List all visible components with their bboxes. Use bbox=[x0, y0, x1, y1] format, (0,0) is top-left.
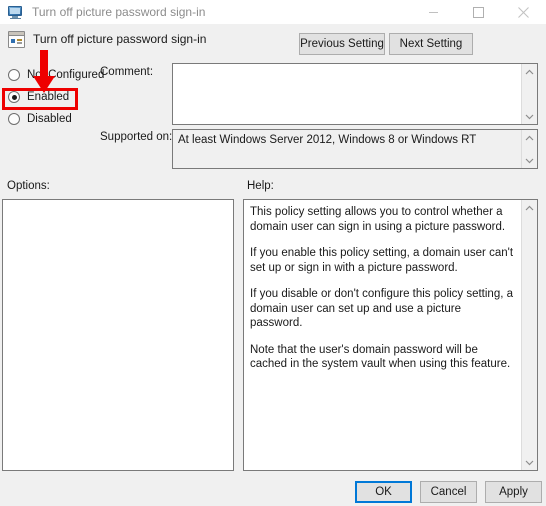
minimize-icon bbox=[429, 11, 438, 13]
help-paragraph: Note that the user's domain password wil… bbox=[250, 343, 511, 371]
radio-indicator bbox=[8, 69, 20, 81]
minimize-button[interactable] bbox=[411, 0, 456, 24]
radio-label: Enabled bbox=[27, 91, 70, 103]
maximize-icon bbox=[473, 6, 484, 18]
help-paragraph: If you disable or don't configure this p… bbox=[250, 288, 514, 329]
scroll-up-icon[interactable] bbox=[522, 130, 538, 145]
supported-on-textbox: At least Windows Server 2012, Windows 8 … bbox=[172, 129, 538, 169]
radio-label: Not Configured bbox=[27, 69, 105, 81]
supported-on-value: At least Windows Server 2012, Windows 8 … bbox=[178, 134, 477, 146]
close-button[interactable] bbox=[501, 0, 546, 24]
radio-label: Disabled bbox=[27, 113, 72, 125]
close-icon bbox=[518, 6, 529, 18]
maximize-button[interactable] bbox=[456, 0, 501, 24]
comment-label: Comment: bbox=[100, 66, 154, 78]
comment-textbox[interactable] bbox=[172, 63, 538, 125]
ok-button[interactable]: OK bbox=[355, 481, 412, 503]
window-title: Turn off picture password sign-in bbox=[32, 5, 206, 19]
monitor-icon bbox=[7, 4, 23, 20]
options-label: Options: bbox=[7, 180, 50, 192]
policy-setting-icon bbox=[8, 31, 25, 48]
help-panel: This policy setting allows you to contro… bbox=[243, 199, 538, 471]
scroll-down-icon[interactable] bbox=[522, 109, 538, 124]
radio-disabled[interactable]: Disabled bbox=[0, 108, 120, 130]
help-scrollbar[interactable] bbox=[521, 200, 537, 470]
next-setting-button[interactable]: Next Setting bbox=[389, 33, 473, 55]
title-bar: Turn off picture password sign-in bbox=[0, 0, 546, 24]
help-paragraph: If you enable this policy setting, a dom… bbox=[250, 247, 514, 274]
scroll-up-icon[interactable] bbox=[522, 200, 538, 215]
scroll-down-icon[interactable] bbox=[522, 455, 538, 470]
help-paragraph: This policy setting allows you to contro… bbox=[250, 206, 506, 233]
cancel-button[interactable]: Cancel bbox=[420, 481, 477, 503]
apply-button[interactable]: Apply bbox=[485, 481, 542, 503]
scroll-up-icon[interactable] bbox=[522, 64, 538, 79]
supported-on-scrollbar[interactable] bbox=[521, 130, 537, 168]
supported-on-label: Supported on: bbox=[100, 131, 173, 143]
scroll-down-icon[interactable] bbox=[522, 153, 538, 168]
setting-title: Turn off picture password sign-in bbox=[33, 32, 207, 46]
help-text: This policy setting allows you to contro… bbox=[250, 205, 515, 467]
group-policy-setting-dialog: Turn off picture password sign-in Turn o bbox=[0, 0, 546, 506]
radio-indicator bbox=[8, 91, 20, 103]
radio-indicator bbox=[8, 113, 20, 125]
radio-enabled[interactable]: Enabled bbox=[0, 86, 120, 108]
options-panel[interactable] bbox=[2, 199, 234, 471]
previous-setting-button[interactable]: Previous Setting bbox=[299, 33, 385, 55]
help-label: Help: bbox=[247, 180, 274, 192]
comment-scrollbar[interactable] bbox=[521, 64, 537, 124]
